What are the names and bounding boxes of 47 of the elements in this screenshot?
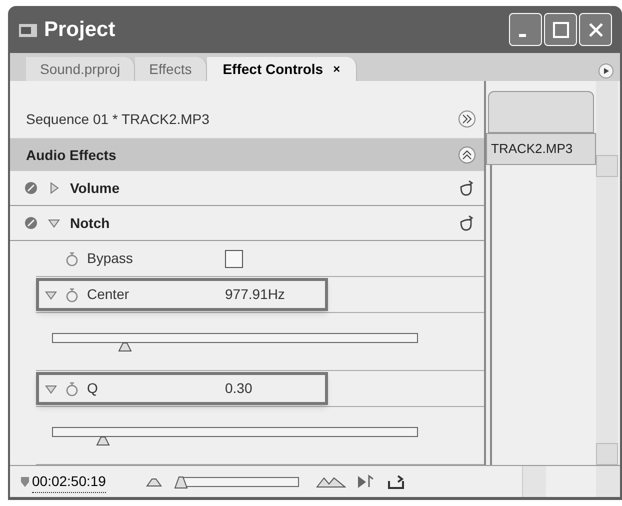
clip-label[interactable]: TRACK2.MP3 [486,133,596,165]
tab[interactable]: Sound.prproj [26,57,136,81]
maximize-icon [552,20,570,38]
stopwatch-icon[interactable] [65,250,79,266]
reset-icon[interactable] [458,179,474,197]
tab[interactable]: Effect Controls × [206,57,358,81]
tab-label: Sound.prproj [40,60,120,79]
parameter-value[interactable]: 977.91Hz [225,284,285,305]
sequence-label: Sequence 01 * TRACK2.MP3 [26,110,210,129]
fx-icon[interactable] [24,181,38,195]
panel-menu-icon[interactable] [598,63,614,79]
zoom-out-icon[interactable] [146,476,162,486]
zoom-in-icon[interactable] [316,476,346,488]
collapse-triangle-icon[interactable] [45,288,57,300]
stopwatch-icon[interactable] [65,286,79,302]
parameter-value[interactable]: 0.30 [225,378,252,399]
section-title: Audio Effects [26,146,116,164]
scrollbar[interactable] [596,81,618,465]
fx-icon[interactable] [24,216,38,230]
close-icon [586,20,604,38]
collapse-triangle-icon[interactable] [48,217,60,229]
collapse-icon[interactable] [458,146,476,164]
marker-icon [20,476,30,488]
close-button[interactable] [579,13,612,46]
effect-name: Volume [70,178,120,198]
tab-label: Effects [149,60,192,78]
tab-label: Effect Controls [222,60,324,78]
effect-name: Notch [70,214,110,232]
play-audio-icon[interactable] [356,472,376,490]
zoom-slider-thumb[interactable] [174,474,188,488]
expand-triangle-icon[interactable] [48,182,60,194]
timecode[interactable]: 00:02:50:19 [32,470,106,492]
checkbox[interactable] [225,250,243,268]
parameter-name: Center [87,285,130,304]
maximize-button[interactable] [544,13,577,46]
minimize-button[interactable] [509,13,542,46]
stopwatch-icon[interactable] [65,380,79,396]
tab-close-button[interactable]: × [333,60,340,78]
parameter-name: Q [87,379,99,398]
reset-icon[interactable] [458,214,474,232]
collapse-triangle-icon[interactable] [45,382,57,394]
minimize-icon [519,34,526,37]
loop-icon[interactable] [386,472,406,490]
expand-icon[interactable] [458,110,476,128]
tab[interactable]: Effects [135,57,207,81]
window-title: Project [44,16,116,43]
parameter-name: Bypass [87,249,134,268]
